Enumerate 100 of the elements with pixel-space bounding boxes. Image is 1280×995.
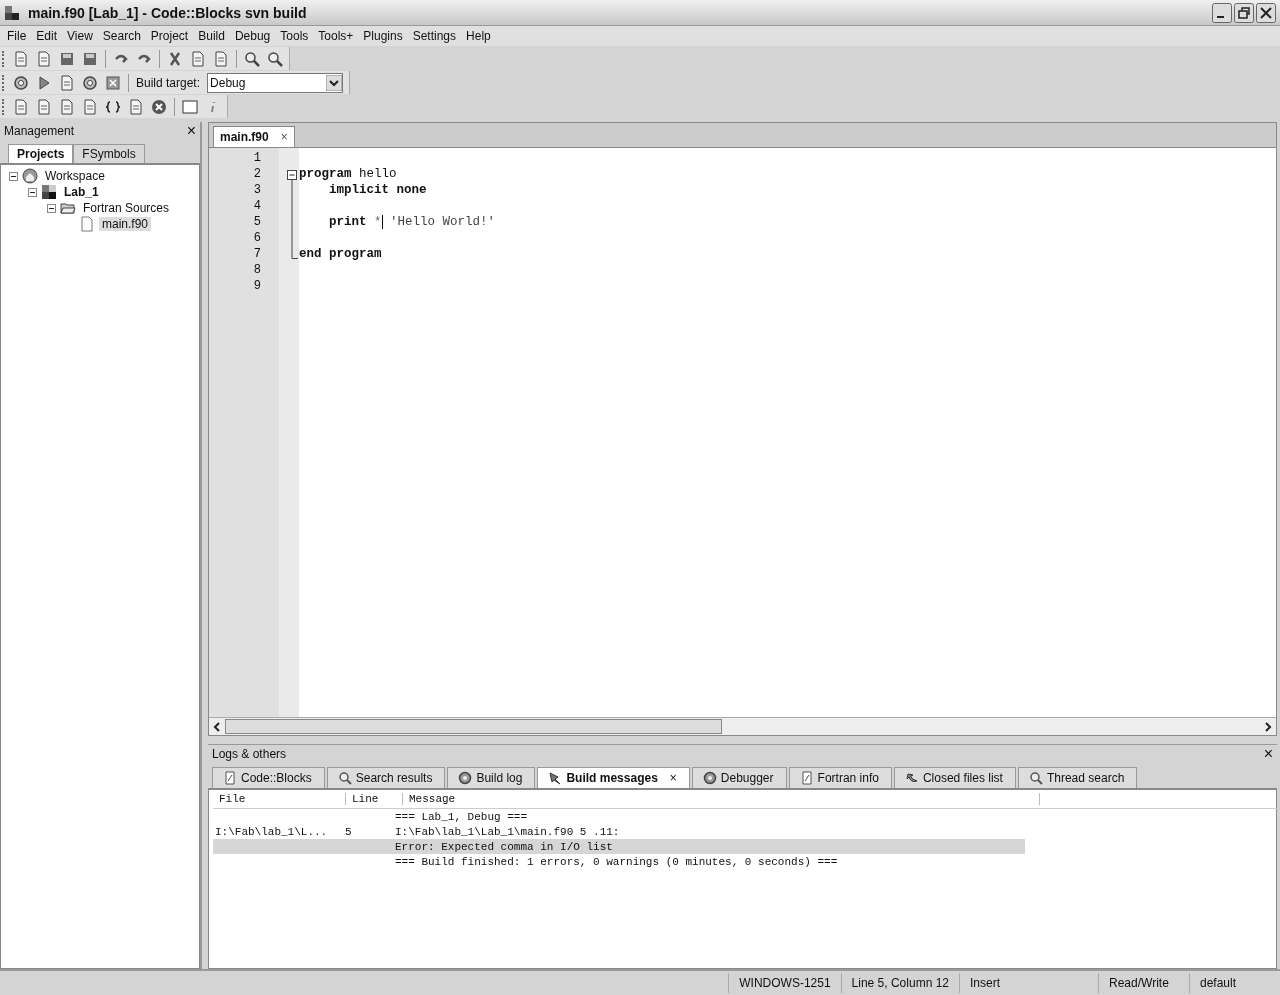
file-icon [79,216,95,232]
page-icon [799,771,814,785]
menu-item[interactable]: Project [145,29,194,43]
horizontal-scrollbar[interactable] [209,717,1276,735]
status-field: default [1189,973,1280,993]
column-header[interactable]: File [213,793,346,805]
code-line: program hello [299,167,397,181]
gear-icon [702,771,717,785]
menu-item[interactable]: Plugins [358,29,408,43]
save-all-icon[interactable] [82,50,98,67]
panel-tab[interactable]: FSymbols [73,144,145,163]
tree-item[interactable]: Workspace [42,169,108,183]
app-icon [4,4,20,21]
fold-marker-drawing[interactable] [287,170,298,259]
status-field: Line 5, Column 12 [840,973,959,993]
abort-icon[interactable] [151,98,167,115]
stop-icon[interactable] [105,74,121,91]
line-number: 2 [252,167,262,181]
play-icon[interactable] [36,74,52,91]
file-tab[interactable]: main.f90 × [213,126,295,147]
line-number: 3 [252,183,262,197]
line-number: 5 [252,215,262,229]
build-target-label: Build target: [136,75,201,90]
menu-item[interactable]: Tools [275,29,314,43]
globe-icon [22,168,38,184]
line-number: 7 [252,247,262,261]
dropdown-arrow-icon [326,74,343,91]
gear-icon [458,771,473,785]
cut-icon[interactable] [167,50,183,67]
menu-item[interactable]: Build [193,29,230,43]
code-line: end program [299,247,382,261]
collapse-icon[interactable] [47,203,56,213]
minimize-icon[interactable] [1212,2,1232,23]
page-icon [223,771,237,785]
line-number: 6 [252,231,262,245]
close-button[interactable]: × [186,122,196,140]
message-row[interactable]: === Lab_1, Debug === [213,809,1025,824]
table-cell: I:\Fab\lab_1\L... [215,825,328,838]
scrollbar-thumb[interactable] [225,719,722,734]
status-field: Insert [959,973,1098,993]
menu-item[interactable]: View [62,29,98,43]
menu-item[interactable]: Search [97,29,146,43]
window-icon[interactable] [182,98,198,115]
panel-title: Logs & others [212,747,287,761]
folder-icon [60,200,76,216]
menu-item[interactable]: Edit [31,29,63,43]
blocks-icon [41,184,57,200]
panel-title: Management [4,124,75,138]
window-title: main.f90 [Lab_1] - Code::Blocks svn build [28,4,308,21]
menu-item[interactable]: Debug [229,29,276,43]
search-icon[interactable] [244,50,260,67]
column-header[interactable]: Line [346,793,403,805]
message-row[interactable]: I:\Fab\lab_1\L... 5 I:\Fab\lab_1\Lab_1\main.f90 5 .11: [213,824,1025,839]
log-tab[interactable]: Code::Blocks [212,767,325,788]
code-editor[interactable]: 1 2 program hello 3 implicit none 4 5 print * 'Hello World!' 6 7 end program 8 9 [209,148,1276,717]
tree-item[interactable]: Lab_1 [61,185,102,199]
new-file-icon[interactable] [13,50,29,67]
log-tab[interactable]: Fortran info [788,767,892,788]
table-cell: === Build finished: 1 errors, 0 warnings (0 minutes, 0 seconds) === [395,855,838,868]
replace-icon[interactable] [267,50,283,67]
table-cell: === Lab_1, Debug === [395,810,528,823]
search-icon [337,771,352,785]
log-tab[interactable]: Thread search [1017,767,1138,788]
log-tab[interactable]: Closed files list [893,767,1016,788]
menu-item[interactable]: File [2,29,32,43]
log-tab[interactable]: Build messages × [537,767,690,788]
log-tab[interactable]: Debugger [691,767,787,788]
braces-icon[interactable] [105,98,121,115]
log-tab[interactable]: Search results [326,767,446,788]
collapse-icon[interactable] [28,187,37,197]
arrow-icon [904,771,919,785]
status-field: Read/Write [1098,973,1189,993]
save-icon[interactable] [59,50,75,67]
line-number: 9 [252,279,262,293]
code-line: implicit none [328,183,427,197]
status-field: WINDOWS-1251 [728,973,841,993]
message-row[interactable]: Error: Expected comma in I/O list [213,839,1025,854]
restore-icon[interactable] [1234,2,1254,23]
collapse-icon[interactable] [9,171,18,181]
close-icon[interactable] [1256,2,1276,23]
menu-item[interactable]: Settings [407,29,462,43]
tree-item[interactable]: main.f90 [99,217,152,231]
build-target-dropdown[interactable]: Debug [207,72,344,93]
code-line: print * 'Hello World!' [328,214,496,230]
rebuild-icon[interactable] [82,74,98,91]
line-number: 1 [252,151,262,165]
tree-item[interactable]: Fortran Sources [80,201,173,215]
settings-icon[interactable] [13,74,29,91]
menu-item[interactable]: Help [461,29,496,43]
search-icon [1028,771,1043,785]
message-row[interactable]: === Build finished: 1 errors, 0 warnings (0 minutes, 0 seconds) === [213,854,1025,869]
table-cell: 5 [345,825,352,838]
panel-tab[interactable]: Projects [8,144,74,163]
menu-item[interactable]: Tools+ [313,29,359,43]
close-button[interactable]: × [1263,745,1273,763]
line-number: 4 [252,199,262,213]
column-header[interactable]: Message [403,793,1040,805]
log-tab[interactable]: Build log [447,767,536,788]
table-cell: Error: Expected comma in I/O list [395,840,613,853]
table-cell: I:\Fab\lab_1\Lab_1\main.f90 5 .11: [395,825,620,838]
